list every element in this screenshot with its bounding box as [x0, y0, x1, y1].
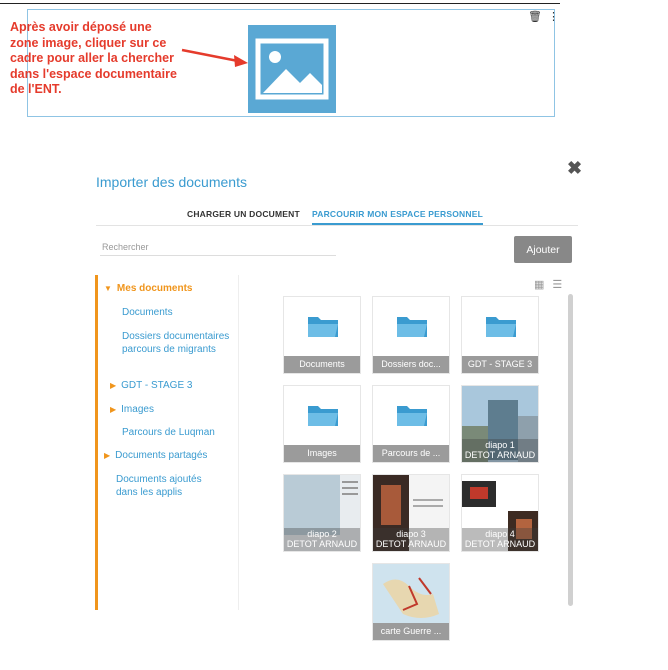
file-label: Images [284, 445, 360, 462]
file-owner: DETOT ARNAUD [464, 450, 536, 460]
caret-down-icon: ▼ [104, 284, 112, 293]
file-tile[interactable]: Dossiers doc... [372, 296, 450, 374]
tree-item-documents[interactable]: Documents [122, 306, 173, 319]
tree-item-partages[interactable]: ▶ Documents partagés [104, 449, 207, 462]
file-tile[interactable]: diapo 3 DETOT ARNAUD [372, 474, 450, 552]
tab-browse[interactable]: PARCOURIR MON ESPACE PERSONNEL [312, 209, 483, 225]
file-caption: diapo 4 DETOT ARNAUD [462, 528, 538, 551]
file-owner: DETOT ARNAUD [286, 539, 358, 549]
file-label: Parcours de ... [373, 445, 449, 462]
list-view-icon[interactable]: ☰ [552, 279, 562, 291]
folder-icon [486, 317, 516, 337]
file-label: carte Guerre ... [373, 623, 449, 640]
grid-view-icon[interactable]: ▦ [534, 279, 544, 291]
arrow-icon [181, 48, 248, 67]
file-label: diapo 3 [396, 529, 426, 539]
file-tile[interactable]: diapo 4 DETOT ARNAUD [461, 474, 539, 552]
image-placeholder-icon [255, 38, 329, 100]
file-tile[interactable]: carte Guerre ... [372, 563, 450, 641]
caret-right-icon: ▶ [110, 405, 117, 414]
file-caption: diapo 3 DETOT ARNAUD [373, 528, 449, 551]
file-tile[interactable]: Parcours de ... [372, 385, 450, 463]
search-input[interactable] [100, 238, 336, 256]
file-label: diapo 2 [307, 529, 337, 539]
tab-upload[interactable]: CHARGER UN DOCUMENT [187, 209, 300, 219]
file-tile[interactable]: diapo 2 DETOT ARNAUD [283, 474, 361, 552]
tree-item-applis[interactable]: Documents ajoutés dans les applis [116, 473, 226, 499]
folder-icon [397, 317, 427, 337]
file-caption: diapo 2 DETOT ARNAUD [284, 528, 360, 551]
image-zone-tools: 🗑 ⋮ [528, 10, 565, 23]
image-placeholder[interactable] [248, 25, 336, 113]
top-rule [0, 3, 560, 4]
caret-right-icon: ▶ [110, 381, 117, 390]
tree-item-luqman[interactable]: Parcours de Luqman [122, 426, 215, 439]
folder-icon [308, 317, 338, 337]
file-label: diapo 1 [485, 440, 515, 450]
file-label: Documents [284, 356, 360, 373]
file-tile[interactable]: GDT - STAGE 3 [461, 296, 539, 374]
file-tile[interactable]: Documents [283, 296, 361, 374]
tree-item-images[interactable]: ▶ Images [110, 403, 154, 416]
folder-tree [95, 275, 239, 610]
file-owner: DETOT ARNAUD [464, 539, 536, 549]
add-button[interactable]: Ajouter [514, 236, 572, 263]
file-label: diapo 4 [485, 529, 515, 539]
close-icon[interactable]: ✖ [567, 158, 582, 179]
file-caption: diapo 1 DETOT ARNAUD [462, 439, 538, 462]
more-vertical-icon[interactable]: ⋮ [548, 11, 559, 23]
instruction-annotation: Après avoir déposé une zone image, cliqu… [10, 20, 177, 96]
file-owner: DETOT ARNAUD [375, 539, 447, 549]
tree-item-mes-documents[interactable]: ▼ Mes documents [104, 282, 193, 295]
folder-icon [308, 406, 338, 426]
file-label: Dossiers doc... [373, 356, 449, 373]
file-tile[interactable]: diapo 1 DETOT ARNAUD [461, 385, 539, 463]
dialog-title: Importer des documents [96, 174, 247, 190]
caret-right-icon: ▶ [104, 451, 111, 460]
dialog-tabs: CHARGER UN DOCUMENT PARCOURIR MON ESPACE… [96, 207, 578, 226]
scrollbar[interactable] [568, 294, 573, 606]
trash-icon[interactable]: 🗑 [528, 11, 542, 23]
file-tile[interactable]: Images [283, 385, 361, 463]
view-toggle: ▦ ☰ [534, 278, 570, 291]
folder-icon [397, 406, 427, 426]
tree-item-dossiers[interactable]: Dossiers documentaires parcours de migra… [122, 330, 232, 356]
file-label: GDT - STAGE 3 [462, 356, 538, 373]
tree-item-gdt[interactable]: ▶ GDT - STAGE 3 [110, 379, 192, 392]
